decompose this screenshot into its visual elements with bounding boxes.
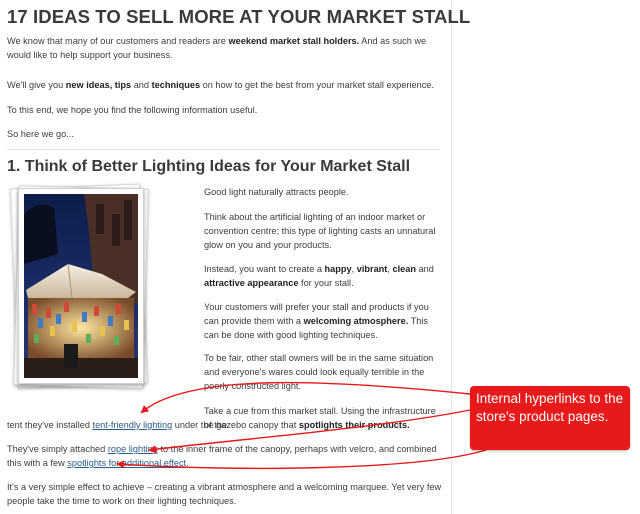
text-span: on how to get the best from your market … bbox=[200, 80, 434, 90]
paragraph-artificial-lighting: Think about the artificial lighting of a… bbox=[204, 212, 436, 250]
intro-paragraph-1: We know that many of our customers and r… bbox=[7, 34, 437, 62]
market-stall-photo bbox=[10, 183, 150, 390]
bold-text: new ideas, tips bbox=[65, 80, 132, 90]
text-span: . bbox=[186, 458, 189, 468]
text-span: for your stall. bbox=[298, 278, 354, 288]
paragraph-welcoming: Your customers will prefer your stall an… bbox=[204, 300, 440, 342]
photo-svg bbox=[24, 194, 138, 378]
bold-text: happy bbox=[324, 264, 352, 274]
bold-text: welcoming atmosphere. bbox=[303, 316, 409, 326]
paragraph-take-cue-line2: tent they've installed tent-friendly lig… bbox=[7, 418, 447, 432]
text-span: We'll give you bbox=[7, 80, 66, 90]
link-tent-friendly-lighting[interactable]: tent-friendly lighting bbox=[93, 420, 173, 430]
paragraph-rope-lighting: They've simply attached rope lighting to… bbox=[7, 442, 443, 470]
link-rope-lighting[interactable]: rope lighting bbox=[108, 444, 158, 454]
divider bbox=[7, 149, 440, 150]
bold-text: clean bbox=[392, 264, 416, 274]
photo-image bbox=[24, 194, 138, 378]
section-heading: 1. Think of Better Lighting Ideas for Yo… bbox=[7, 158, 411, 175]
paragraph-good-light: Good light naturally attracts people. bbox=[204, 187, 349, 197]
annotation-callout: Internal hyperlinks to the store's produ… bbox=[470, 386, 630, 450]
intro-paragraph-3: To this end, we hope you find the follow… bbox=[7, 105, 258, 115]
page-title: 17 IDEAS TO SELL MORE AT YOUR MARKET STA… bbox=[7, 6, 471, 27]
text-span: under the gazebo canopy that bbox=[172, 420, 299, 430]
text-span: Instead, you want to create a bbox=[204, 264, 325, 274]
bold-text: weekend market stall holders. bbox=[228, 36, 360, 46]
text-span: We know that many of our customers and r… bbox=[7, 36, 229, 46]
bold-text: vibrant bbox=[356, 264, 388, 274]
bold-text: attractive appearance bbox=[204, 278, 299, 288]
article-content: 17 IDEAS TO SELL MORE AT YOUR MARKET STA… bbox=[0, 0, 470, 514]
intro-paragraph-2: We'll give you new ideas, tips and techn… bbox=[7, 78, 437, 92]
intro-paragraph-4: So here we go... bbox=[7, 129, 74, 139]
bold-text: spotlights their products. bbox=[298, 420, 410, 430]
paragraph-appearance: Instead, you want to create a happy, vib… bbox=[204, 262, 440, 290]
bold-text: techniques bbox=[151, 80, 201, 90]
paragraph-simple-effect: It's a very simple effect to achieve – c… bbox=[7, 482, 442, 506]
text-span: and bbox=[131, 80, 152, 90]
text-span: and bbox=[415, 264, 434, 274]
paragraph-fair: To be fair, other stall owners will be i… bbox=[204, 353, 434, 391]
text-span: They've simply attached bbox=[7, 444, 108, 454]
link-spotlights[interactable]: spotlights for additional effect bbox=[67, 458, 186, 468]
photo-frame bbox=[18, 188, 144, 384]
text-span: tent they've installed bbox=[7, 420, 93, 430]
